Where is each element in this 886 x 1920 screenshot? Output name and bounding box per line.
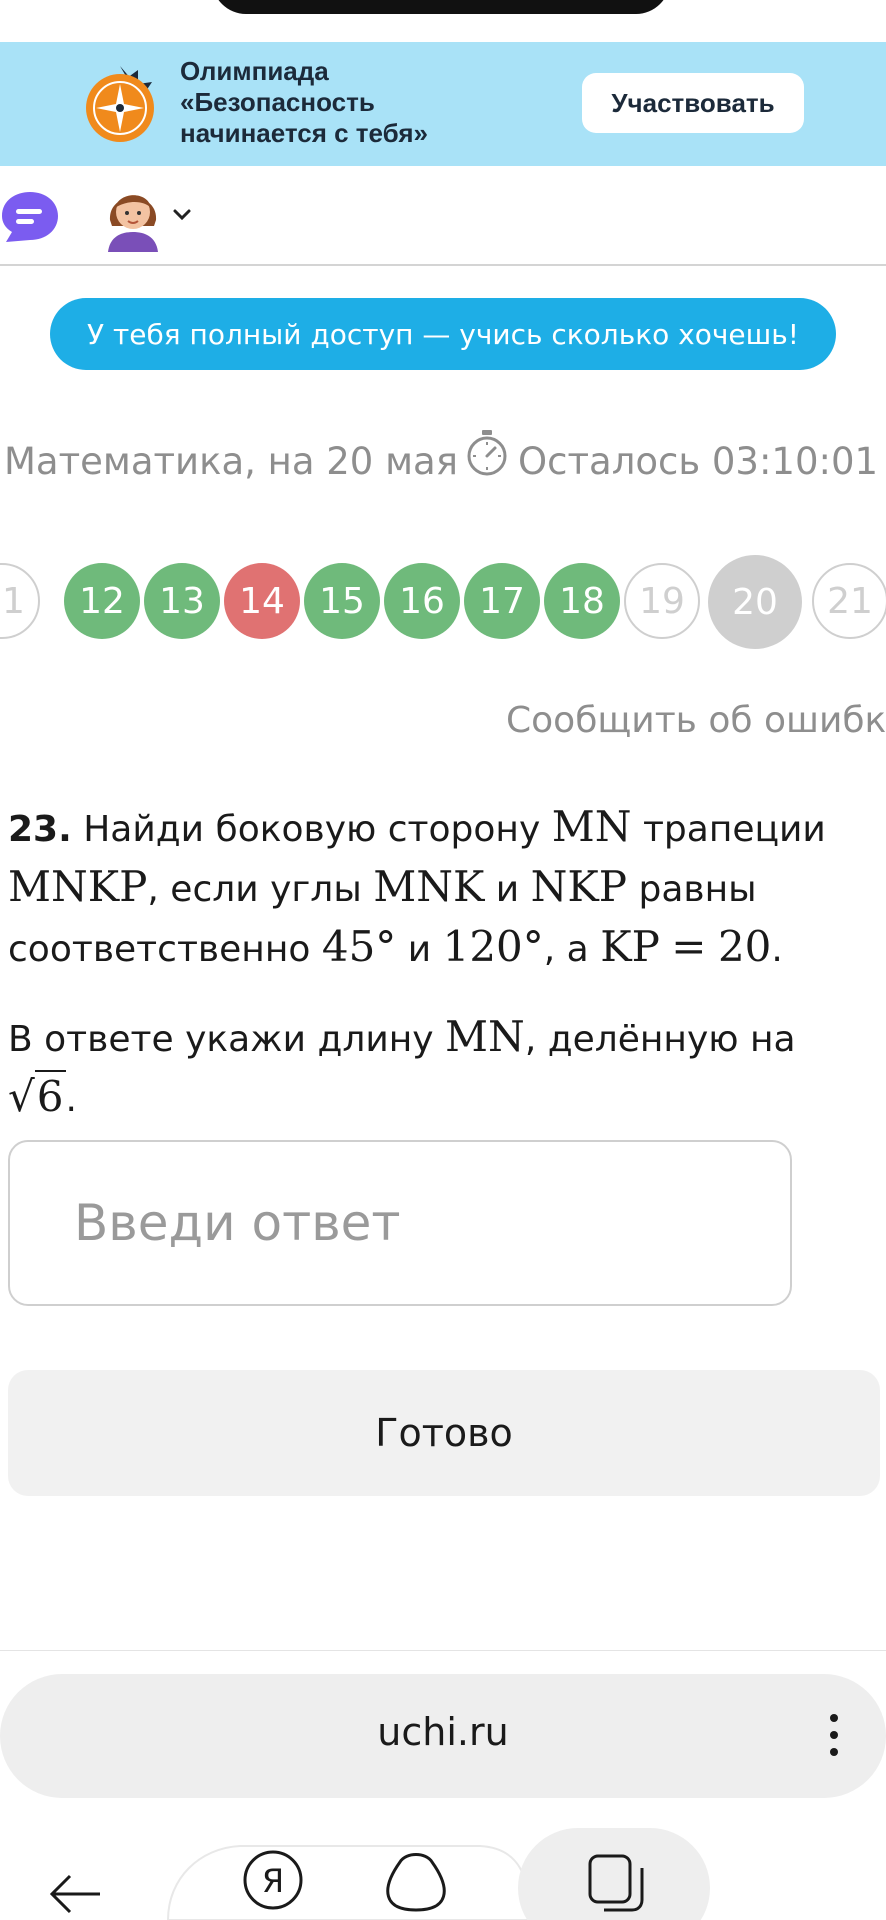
- math-radicand: 6: [34, 1070, 66, 1121]
- problem-text-4: и: [495, 869, 520, 910]
- subject-title: Математика, на 20 мая: [4, 440, 458, 483]
- math-angle-2: NKP: [530, 862, 628, 911]
- more-vertical-icon[interactable]: [824, 1710, 844, 1760]
- math-segment-mn-2: MN: [445, 1012, 525, 1061]
- pager-item-14[interactable]: 14: [224, 563, 300, 639]
- olympiad-title-line-2: «Безопасность: [180, 87, 375, 117]
- pager-item-17[interactable]: 17: [464, 563, 540, 639]
- math-degree-2: 120°: [442, 922, 544, 971]
- math-angle-1: MNK: [373, 862, 485, 911]
- pager-item-12[interactable]: 12: [64, 563, 140, 639]
- tabs-button-bg: [518, 1828, 710, 1920]
- pager-item-19[interactable]: 19: [624, 563, 700, 639]
- back-arrow-icon[interactable]: [49, 1874, 100, 1914]
- chat-bubble-icon[interactable]: [0, 188, 60, 244]
- math-segment-kp: KP: [600, 922, 660, 971]
- problem-text-1: Найди боковую сторону: [83, 809, 541, 850]
- problem-statement: 23. Найди боковую сторону MN трапеции MN…: [8, 798, 868, 978]
- header-divider: [0, 264, 886, 266]
- math-equals: =: [671, 922, 707, 971]
- problem-number: 23.: [8, 809, 72, 850]
- problem-text-6: соответственно: [8, 929, 311, 970]
- answer-note-text-3: .: [65, 1079, 77, 1120]
- answer-input[interactable]: [8, 1140, 792, 1306]
- submit-button[interactable]: Готово: [8, 1370, 880, 1496]
- math-segment-mn: MN: [551, 802, 632, 851]
- pager-item-18[interactable]: 18: [544, 563, 620, 639]
- camera-notch: [212, 0, 670, 14]
- participate-button[interactable]: Участвовать: [582, 73, 804, 133]
- pager-item-11[interactable]: 11: [0, 563, 40, 639]
- answer-note-text-2: , делённую на: [524, 1019, 796, 1060]
- answer-instruction: В ответе укажи длину MN, делённую на √6.: [8, 1008, 868, 1128]
- user-avatar-icon[interactable]: [100, 180, 166, 252]
- pager-item-20[interactable]: 20: [708, 555, 802, 649]
- svg-text:Я: Я: [262, 1862, 284, 1900]
- math-sqrt: √6: [8, 1070, 66, 1121]
- answer-note-text-1: В ответе укажи длину: [8, 1019, 434, 1060]
- problem-text-3: , если углы: [147, 869, 362, 910]
- chevron-down-icon[interactable]: [172, 208, 192, 222]
- problem-text-9: .: [771, 929, 783, 970]
- question-pager: 11 12131415161718192021: [0, 555, 886, 649]
- problem-text-5: равны: [638, 869, 757, 910]
- problem-text-8: , а: [543, 929, 589, 970]
- olympiad-title-line-1: Олимпиада: [180, 56, 329, 86]
- olympiad-logo-icon: [86, 66, 154, 142]
- address-bar-url[interactable]: uchi.ru: [0, 1710, 886, 1754]
- olympiad-title: Олимпиада «Безопасность начинается с теб…: [180, 56, 480, 149]
- browser-divider: [0, 1650, 886, 1651]
- problem-text-7: и: [407, 929, 432, 970]
- pager-item-16[interactable]: 16: [384, 563, 460, 639]
- olympiad-title-line-3: начинается с тебя»: [180, 118, 429, 148]
- report-error-link[interactable]: Сообщить об ошибке: [506, 700, 886, 741]
- pager-item-13[interactable]: 13: [144, 563, 220, 639]
- full-access-banner[interactable]: У тебя полный доступ — учись сколько хоч…: [50, 298, 836, 370]
- math-trapezoid: MNKP: [8, 862, 148, 911]
- time-remaining: Осталось 03:10:01: [518, 440, 879, 483]
- pager-item-21[interactable]: 21: [812, 563, 886, 639]
- problem-text-2: трапеции: [642, 809, 826, 850]
- math-degree-1: 45°: [321, 922, 397, 971]
- math-kp-value: 20: [717, 922, 772, 971]
- nav-bar-panel: [166, 1845, 532, 1920]
- browser-nav-bar: Я: [49, 1828, 710, 1920]
- stopwatch-icon: [467, 430, 507, 476]
- pager-item-15[interactable]: 15: [304, 563, 380, 639]
